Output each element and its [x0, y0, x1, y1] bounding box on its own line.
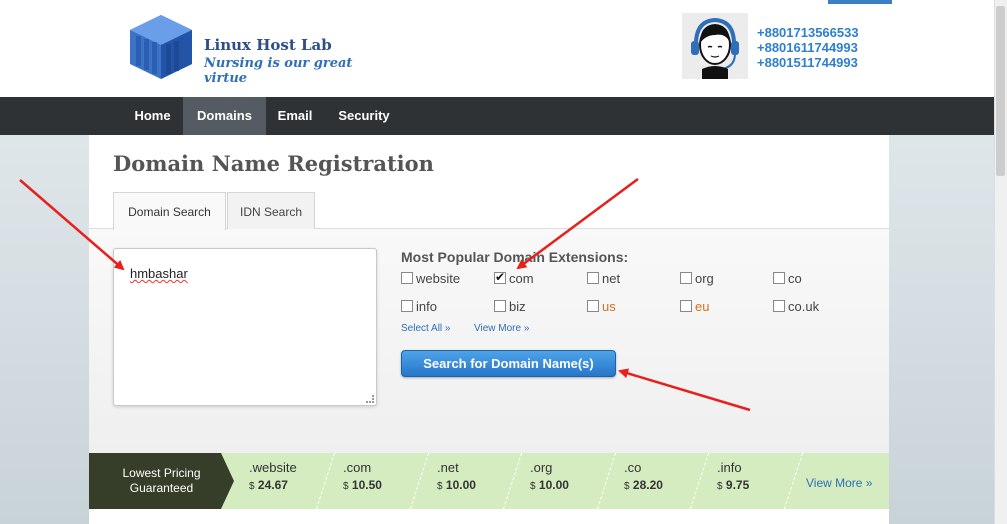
pricing-label-line1: Lowest Pricing [122, 466, 201, 480]
support-phones: +8801713566533 +8801611744993 +880151174… [757, 25, 859, 70]
price-value: $ 10.50 [343, 478, 382, 492]
domain-textarea[interactable]: hmbashar [113, 248, 377, 406]
checkbox[interactable] [680, 272, 692, 284]
phone-number: +8801713566533 [757, 25, 859, 40]
extension-checkbox-website[interactable]: website [401, 271, 460, 287]
checkbox-checked[interactable] [494, 269, 506, 285]
site-header: Linux Host Lab Nursing is our great virt… [0, 0, 994, 97]
extension-checkbox-com[interactable]: com [494, 269, 534, 287]
extension-label: eu [695, 299, 710, 314]
checkbox[interactable] [680, 300, 692, 312]
extensions-heading: Most Popular Domain Extensions: [401, 249, 629, 265]
price-tld: .com [343, 460, 372, 475]
checkbox[interactable] [773, 272, 785, 284]
pricing-label: Lowest Pricing Guaranteed [89, 453, 234, 509]
resize-grip-icon[interactable] [366, 395, 374, 403]
pricing-view-more-link[interactable]: View More » [806, 476, 872, 490]
price-tld: .org [530, 460, 553, 475]
checkbox[interactable] [587, 272, 599, 284]
extension-checkbox-net[interactable]: net [587, 271, 620, 287]
phone-number: +8801611744993 [757, 40, 858, 55]
nav-item-security[interactable]: Security [324, 97, 404, 135]
price-tld: .co [624, 460, 642, 475]
price-tld: .net [437, 460, 459, 475]
page-title: Domain Name Registration [113, 151, 434, 176]
view-more-extensions-link[interactable]: View More » [474, 323, 529, 334]
price-value: $ 10.00 [530, 478, 569, 492]
price-value: $ 24.67 [249, 478, 288, 492]
extension-label: co [788, 271, 802, 286]
tab-domain-search[interactable]: Domain Search [113, 192, 226, 230]
price-item-com[interactable]: .com $ 10.50 [343, 460, 382, 492]
checkbox[interactable] [773, 300, 785, 312]
price-item-website[interactable]: .website $ 24.67 [249, 460, 297, 492]
extension-label: us [602, 299, 616, 314]
logo-tagline: Nursing is our great virtue [204, 56, 353, 86]
nav-item-domains[interactable]: Domains [183, 97, 266, 135]
extension-checkbox-co[interactable]: co [773, 271, 802, 287]
extension-checkbox-eu[interactable]: eu [680, 299, 709, 315]
logo-text: Linux Host Lab Nursing is our great virt… [204, 36, 358, 86]
price-item-org[interactable]: .org $ 10.00 [530, 460, 569, 492]
phone-number: +8801511744993 [757, 55, 858, 70]
extension-label: website [416, 271, 461, 286]
price-value: $ 9.75 [717, 478, 750, 492]
extension-label: biz [509, 299, 526, 314]
checkbox[interactable] [494, 300, 506, 312]
textarea-value: hmbashar [130, 266, 188, 281]
extension-label: org [695, 271, 714, 286]
price-value: $ 28.20 [624, 478, 663, 492]
price-tld: .website [249, 460, 297, 475]
extension-label: co.uk [788, 299, 820, 314]
nav-item-home[interactable]: Home [122, 97, 183, 135]
price-item-co[interactable]: .co $ 28.20 [624, 460, 663, 492]
select-all-link[interactable]: Select All » [401, 323, 450, 334]
tab-idn-search[interactable]: IDN Search [227, 192, 315, 229]
extension-label: net [602, 271, 621, 286]
pricing-label-line2: Guaranteed [129, 481, 194, 495]
extension-checkbox-co-uk[interactable]: co.uk [773, 299, 819, 315]
support-agent-image [682, 13, 748, 79]
checkbox[interactable] [401, 300, 413, 312]
checkbox[interactable] [587, 300, 599, 312]
headset-agent-icon [691, 17, 739, 79]
price-item-net[interactable]: .net $ 10.00 [437, 460, 476, 492]
price-value: $ 10.00 [437, 478, 476, 492]
extension-checkbox-info[interactable]: info [401, 299, 437, 315]
server-cube-icon [130, 15, 192, 79]
extension-checkbox-biz[interactable]: biz [494, 299, 526, 315]
price-tld: .info [717, 460, 742, 475]
extension-checkbox-us[interactable]: us [587, 299, 616, 315]
extension-checkbox-org[interactable]: org [680, 271, 714, 287]
checkbox[interactable] [401, 272, 413, 284]
extension-label: com [509, 271, 534, 286]
price-item-info[interactable]: .info $ 9.75 [717, 460, 749, 492]
extension-label: info [416, 299, 437, 314]
top-tab-indicator[interactable] [828, 0, 892, 4]
site-logo[interactable]: Linux Host Lab Nursing is our great virt… [128, 14, 358, 86]
scrollbar-thumb[interactable] [996, 6, 1005, 176]
search-domain-button[interactable]: Search for Domain Name(s) [401, 350, 616, 377]
nav-item-email[interactable]: Email [266, 97, 324, 135]
main-nav: Home Domains Email Security [0, 97, 994, 135]
logo-name: Linux Host Lab [204, 36, 332, 54]
